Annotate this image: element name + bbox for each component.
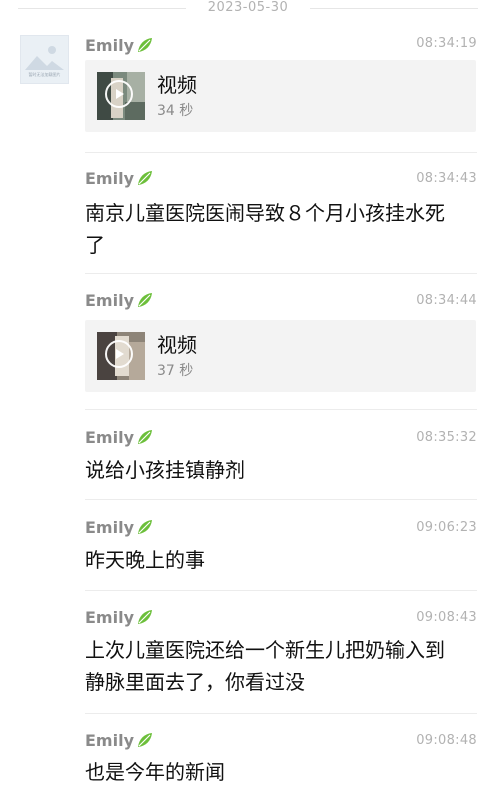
message-text[interactable]: 昨天晚上的事 xyxy=(85,544,477,576)
message-text[interactable]: 上次儿童医院还给一个新生儿把奶输入到 静脉里面去了，你看过没 xyxy=(85,634,477,698)
timestamp: 08:34:19 xyxy=(416,36,477,51)
video-duration: 34 秒 xyxy=(157,103,194,119)
sender-name[interactable]: Emily xyxy=(85,518,154,538)
timestamp: 09:08:48 xyxy=(416,733,477,748)
sender-label: Emily xyxy=(85,518,134,537)
timestamp: 08:34:44 xyxy=(416,293,477,308)
sender-label: Emily xyxy=(85,731,134,750)
leaf-icon xyxy=(138,733,152,747)
leaf-icon xyxy=(138,171,152,185)
message-item: Emily 08:34:43 南京儿童医院医闹导致８个月小孩挂水死 了 xyxy=(85,152,477,273)
timestamp: 09:08:43 xyxy=(416,610,477,625)
leaf-icon xyxy=(138,520,152,534)
message-item: Emily 08:34:44 视频 37 秒 xyxy=(85,273,477,409)
avatar-caption: 暂时无法加载图片 xyxy=(28,72,61,77)
sender-name[interactable]: Emily xyxy=(85,608,154,628)
date-label: 2023-05-30 xyxy=(207,0,289,15)
message-line: 上次儿童医院还给一个新生儿把奶输入到 xyxy=(85,638,445,662)
message-line: 静脉里面去了，你看过没 xyxy=(85,670,305,694)
message-text[interactable]: 也是今年的新闻 xyxy=(85,756,477,788)
avatar[interactable]: 暂时无法加载图片 xyxy=(20,35,69,84)
video-duration: 37 秒 xyxy=(157,363,194,379)
message-item: Emily 09:08:48 也是今年的新闻 xyxy=(85,713,477,801)
video-thumbnail[interactable] xyxy=(97,332,145,380)
play-circle-icon xyxy=(105,80,133,108)
sender-name[interactable]: Emily xyxy=(85,291,154,311)
message-line: 南京儿童医院医闹导致８个月小孩挂水死 xyxy=(85,201,445,225)
video-thumbnail[interactable] xyxy=(97,72,145,120)
video-label: 视频 xyxy=(157,73,197,97)
leaf-icon xyxy=(138,610,152,624)
timestamp: 09:06:23 xyxy=(416,520,477,535)
sender-label: Emily xyxy=(85,36,134,55)
sender-label: Emily xyxy=(85,169,134,188)
leaf-icon xyxy=(138,293,152,307)
leaf-icon xyxy=(138,38,152,52)
play-circle-icon xyxy=(105,340,133,368)
video-card[interactable]: 视频 37 秒 xyxy=(85,320,476,392)
message-text[interactable]: 说给小孩挂镇静剂 xyxy=(85,454,477,486)
message-item: Emily 09:06:23 昨天晚上的事 xyxy=(85,499,477,590)
message-text[interactable]: 南京儿童医院医闹导致８个月小孩挂水死 了 xyxy=(85,197,477,261)
sender-label: Emily xyxy=(85,291,134,310)
message-line: 说给小孩挂镇静剂 xyxy=(85,458,245,482)
sender-label: Emily xyxy=(85,608,134,627)
message-item: Emily 08:34:19 视频 34 秒 xyxy=(85,34,477,152)
timestamp: 08:34:43 xyxy=(416,171,477,186)
message-line: 了 xyxy=(85,233,105,257)
timestamp: 08:35:32 xyxy=(416,430,477,445)
message-line: 昨天晚上的事 xyxy=(85,548,205,572)
date-divider: 2023-05-30 xyxy=(0,0,497,18)
video-card[interactable]: 视频 34 秒 xyxy=(85,60,476,132)
leaf-icon xyxy=(138,430,152,444)
divider-line-right xyxy=(310,8,478,9)
sender-name[interactable]: Emily xyxy=(85,36,154,56)
play-triangle-icon xyxy=(116,349,124,359)
sender-label: Emily xyxy=(85,428,134,447)
video-label: 视频 xyxy=(157,333,197,357)
divider-line-left xyxy=(18,8,186,9)
sender-name[interactable]: Emily xyxy=(85,169,154,189)
sender-name[interactable]: Emily xyxy=(85,731,154,751)
sender-name[interactable]: Emily xyxy=(85,428,154,448)
play-triangle-icon xyxy=(116,89,124,99)
message-line: 也是今年的新闻 xyxy=(85,760,225,784)
message-item: Emily 09:08:43 上次儿童医院还给一个新生儿把奶输入到 静脉里面去了… xyxy=(85,590,477,713)
message-item: Emily 08:35:32 说给小孩挂镇静剂 xyxy=(85,409,477,500)
